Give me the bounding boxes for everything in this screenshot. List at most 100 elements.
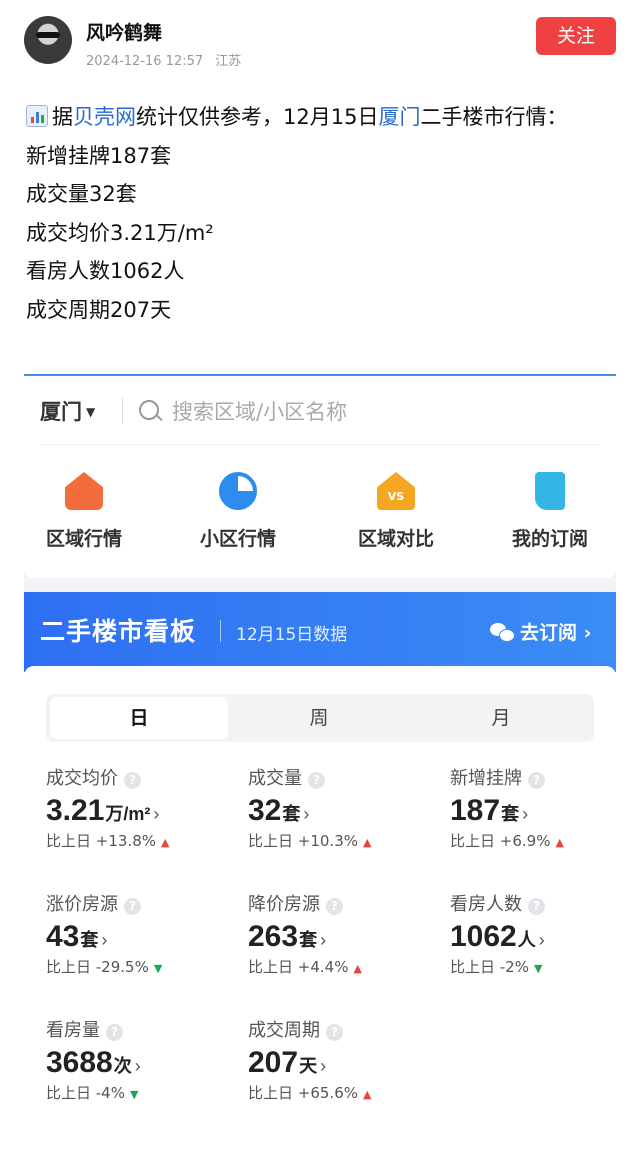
follow-button[interactable]: 关注 [536,17,616,55]
banner-title: 二手楼市看板 [40,617,197,646]
stat-item[interactable]: 涨价房源? 43套 › 比上日 -29.5% ▼ [46,890,226,977]
stat-unit: 天 [299,1056,318,1076]
chevron-right-icon: › [101,930,108,950]
stat-unit: 套 [299,930,318,950]
subscribe-label: 去订阅 › [520,622,592,644]
stat-label: 新增挂牌? [450,764,616,790]
stat-change: 比上日 +6.9% ▲ [450,832,564,850]
stat-label: 成交均价? [46,764,226,790]
avatar-glasses [36,32,60,38]
nav-label: 我的订阅 [511,528,588,550]
chevron-right-icon: › [320,1056,327,1076]
post-line: 看房人数1062人 [26,259,185,283]
help-icon[interactable]: ? [326,898,343,915]
triangle-up-icon: ▲ [353,962,362,975]
stat-item[interactable]: 看房人数? 1062人 › 比上日 -2% ▼ [450,890,616,977]
triangle-up-icon: ▲ [161,836,170,849]
stat-label: 看房人数? [450,890,616,916]
stat-unit: 人 [517,930,536,950]
tab-day[interactable]: 日 [50,697,228,739]
stat-value[interactable]: 207天 › [248,1046,428,1080]
stat-item[interactable]: 成交均价? 3.21万/m² › 比上日 +13.8% ▲ [46,764,226,851]
nav-item-area-market[interactable]: 区域行情 [24,472,144,551]
stat-item[interactable]: 降价房源? 263套 › 比上日 +4.4% ▲ [248,890,428,977]
help-icon[interactable]: ? [106,1024,123,1041]
city-selector[interactable]: 厦门 ▼ [40,396,95,426]
nav-item-my-subscriptions[interactable]: 我的订阅 [490,472,610,551]
triangle-up-icon: ▲ [555,836,564,849]
stat-value[interactable]: 3.21万/m² › [46,794,226,828]
search-input[interactable] [170,393,594,431]
stat-change: 比上日 +13.8% ▲ [46,832,170,850]
stat-value[interactable]: 1062人 › [450,920,616,954]
stat-value[interactable]: 263套 › [248,920,428,954]
stats-card: 日 周 月 成交均价? 3.21万/m² › 比上日 +13.8% ▲ 成交量? 32套 › 比… [24,666,616,1146]
stat-label: 成交周期? [248,1016,428,1042]
triangle-down-icon: ▼ [129,1088,139,1101]
avatar[interactable] [24,16,72,64]
post-text: 据 [52,105,73,129]
help-icon[interactable]: ? [528,772,545,789]
triangle-down-icon: ▼ [153,962,163,975]
stat-unit: 万/m² [105,804,151,824]
post-meta: 2024-12-16 12:57 江苏 [86,50,249,69]
chevron-right-icon: › [153,804,160,824]
stat-value[interactable]: 43套 › [46,920,226,954]
help-icon[interactable]: ? [124,772,141,789]
nav-label: 小区行情 [199,528,276,550]
chevron-right-icon: › [538,930,545,950]
stat-item[interactable]: 新增挂牌? 187套 › 比上日 +6.9% ▲ [450,764,616,851]
post-line: 成交均价3.21万/m² [26,220,214,245]
post-line: 成交周期207天 [26,297,172,322]
quick-nav: 区域行情 小区行情 VS 区域对比 我的订阅 [24,446,616,578]
period-tabs: 日 周 月 [46,694,594,742]
help-icon[interactable]: ? [528,898,545,915]
stat-change: 比上日 +10.3% ▲ [248,832,372,850]
chevron-right-icon: › [134,1056,141,1076]
xiamen-link[interactable]: 厦门 [378,105,420,129]
help-icon[interactable]: ? [326,1024,343,1041]
wechat-icon [490,623,515,642]
bookmark-icon [535,472,565,510]
help-icon[interactable]: ? [308,772,325,789]
house-trend-icon [65,472,103,510]
search-icon [139,400,159,420]
stat-item[interactable]: 成交周期? 207天 › 比上日 +65.6% ▲ [248,1016,428,1103]
stat-unit: 套 [282,804,301,824]
post-location: 江苏 [215,54,242,69]
help-icon[interactable]: ? [124,898,141,915]
stat-value[interactable]: 187套 › [450,794,616,828]
search-bar: 厦门 ▼ [24,376,616,446]
stat-item[interactable]: 看房量? 3688次 › 比上日 -4% ▼ [46,1016,226,1103]
tab-week[interactable]: 周 [228,694,410,742]
nav-item-community-market[interactable]: 小区行情 [178,472,298,551]
nav-label: 区域行情 [45,528,122,550]
bar-chart-emoji-icon [26,105,48,127]
stat-unit: 套 [501,804,520,824]
stat-label: 涨价房源? [46,890,226,916]
stat-change: 比上日 -2% ▼ [450,958,543,976]
stat-label: 降价房源? [248,890,428,916]
nav-item-area-compare[interactable]: VS 区域对比 [336,472,456,551]
pie-chart-icon [219,472,257,510]
triangle-up-icon: ▲ [363,1088,372,1101]
stat-item[interactable]: 成交量? 32套 › 比上日 +10.3% ▲ [248,764,428,851]
triangle-up-icon: ▲ [363,836,372,849]
subscribe-link[interactable]: 去订阅 › [490,618,591,645]
caret-down-icon: ▼ [86,405,96,419]
city-label: 厦门 [40,400,82,424]
beike-link[interactable]: 贝壳网 [73,105,136,129]
post-date: 2024-12-16 12:57 [86,54,204,69]
stat-label: 成交量? [248,764,428,790]
post-line: 新增挂牌187套 [26,143,172,168]
house-vs-icon: VS [377,472,415,510]
chevron-right-icon: › [303,804,310,824]
author-name[interactable]: 风吟鹤舞 [86,18,162,45]
stat-value[interactable]: 32套 › [248,794,428,828]
market-board-banner: 二手楼市看板 12月15日数据 去订阅 › [24,592,616,672]
stat-value[interactable]: 3688次 › [46,1046,226,1080]
chevron-right-icon: › [522,804,529,824]
tab-month[interactable]: 月 [410,694,592,742]
stat-change: 比上日 -29.5% ▼ [46,958,163,976]
chevron-right-icon: › [320,930,327,950]
